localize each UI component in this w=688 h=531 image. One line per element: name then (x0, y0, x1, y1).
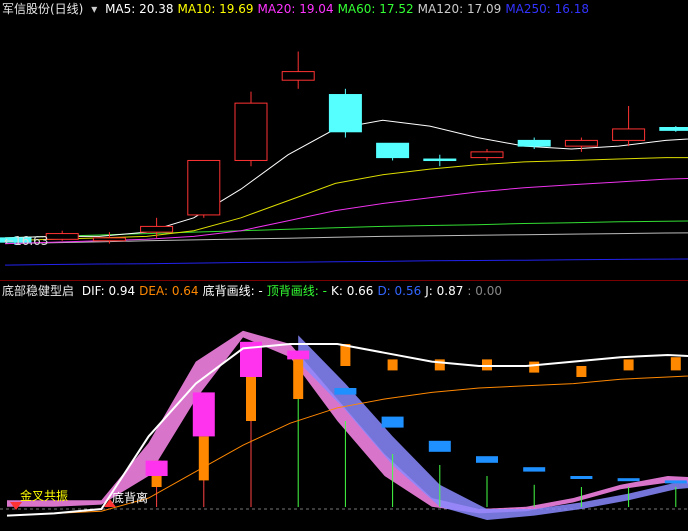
stock-title[interactable]: 军信股份(日线) (2, 2, 83, 16)
candle-body (517, 139, 551, 147)
candle-body (612, 128, 646, 141)
candle-body (234, 102, 268, 161)
indicator-legend-5[interactable]: D: 0.56 (377, 284, 421, 298)
blue-box (428, 440, 451, 452)
blue-box (617, 478, 640, 482)
orange-bar (623, 359, 634, 371)
panel-divider[interactable] (0, 280, 688, 281)
indicator-legend-7[interactable]: : 0.00 (467, 284, 502, 298)
ma-legend-ma10[interactable]: MA10: 19.69 (177, 2, 253, 16)
magenta-box (287, 350, 310, 360)
candle-body (281, 71, 315, 81)
low-price-marker: ←16.63 (4, 234, 48, 248)
ma-legend-ma60[interactable]: MA60: 17.52 (338, 2, 414, 16)
ma-legend-ma250[interactable]: MA250: 16.18 (505, 2, 589, 16)
indicator-panel-header: 底部稳健型启 DIF: 0.94 DEA: 0.64 底背画线: - 顶背画线: - K… (2, 283, 510, 299)
blue-box (570, 476, 593, 479)
blue-box (334, 388, 357, 395)
indicator-legend-6[interactable]: J: 0.87 (425, 284, 463, 298)
blue-box (523, 467, 546, 472)
orange-bar (246, 377, 256, 421)
indicator-name[interactable]: 底部稳健型启 (2, 284, 74, 298)
candle-body (45, 233, 79, 240)
ma-legend-ma20[interactable]: MA20: 19.04 (258, 2, 334, 16)
ma250-line (4, 258, 688, 266)
indicator-legend-3[interactable]: 顶背画线: - (267, 284, 327, 298)
ma10-line (4, 157, 688, 242)
candle-body (328, 94, 362, 133)
indicator-legend-0[interactable]: DIF: 0.94 (82, 284, 135, 298)
plot-canvas[interactable] (0, 0, 688, 531)
candle-body (92, 237, 126, 242)
orange-bar (576, 366, 587, 377)
magenta-box (145, 460, 168, 476)
magenta-box (192, 392, 215, 437)
low-price-label: 16.63 (14, 234, 49, 248)
indicator-legend-2[interactable]: 底背画线: - (203, 284, 263, 298)
orange-bar (198, 436, 209, 481)
orange-bar (340, 344, 351, 366)
left-arrow-icon: ← (4, 234, 15, 248)
blue-box (381, 416, 404, 428)
candle-body (470, 151, 504, 159)
ma-legend-ma5[interactable]: MA5: 20.38 (105, 2, 173, 16)
candle-body (564, 139, 598, 147)
signal-bottom-divergence: 底背离 (112, 491, 149, 505)
ma-legend-arrow-icon[interactable]: ▾ (91, 2, 97, 16)
indicator-legend-4[interactable]: K: 0.66 (331, 284, 373, 298)
candle-body (659, 127, 688, 131)
blue-box (476, 456, 498, 463)
ma-legend-ma120[interactable]: MA120: 17.09 (418, 2, 502, 16)
chart-window: 军信股份(日线) ▾ MA5: 20.38 MA10: 19.69 MA20: 19… (0, 0, 688, 531)
blue-box (664, 480, 687, 484)
orange-bar (529, 361, 540, 373)
orange-bar (293, 355, 304, 399)
orange-bar (482, 359, 492, 371)
signal-golden-cross: 金叉共振 (20, 489, 69, 503)
ma5-line (4, 119, 688, 239)
indicator-legend-1[interactable]: DEA: 0.64 (139, 284, 198, 298)
price-panel-header: 军信股份(日线) ▾ MA5: 20.38 MA10: 19.69 MA20: 19… (2, 1, 597, 17)
candle-body (140, 225, 174, 233)
orange-bar (670, 357, 681, 371)
candle-body (187, 159, 221, 216)
candle-body (423, 158, 457, 162)
orange-bar (387, 359, 398, 371)
candle-body (376, 142, 410, 159)
